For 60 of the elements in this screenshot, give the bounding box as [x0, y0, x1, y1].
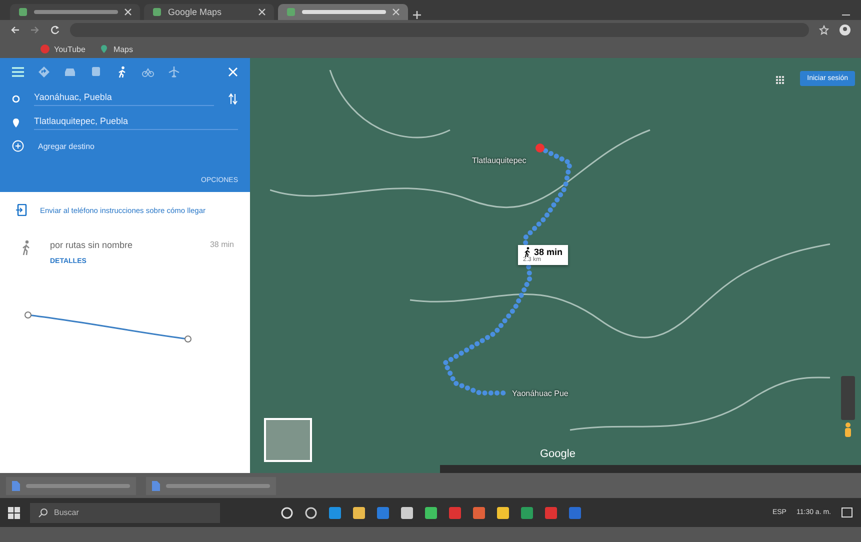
walking-person-icon [20, 240, 32, 256]
close-icon[interactable] [392, 8, 400, 16]
search-icon [38, 508, 48, 518]
swap-icon[interactable] [228, 93, 238, 105]
google-logo: Google [540, 448, 576, 460]
file-icon [152, 480, 160, 490]
page-icon [286, 7, 296, 17]
origin-circle-icon [12, 95, 20, 103]
forward-icon[interactable] [30, 25, 40, 35]
back-icon[interactable] [10, 25, 20, 35]
profile-icon[interactable] [839, 24, 851, 36]
plane-icon[interactable] [168, 66, 180, 78]
maps-icon [99, 44, 110, 54]
browser-tab[interactable] [10, 4, 140, 20]
place-label: Tlatlauquitepec [472, 156, 526, 165]
file-icon [12, 480, 20, 490]
tab-title: Google Maps [168, 7, 223, 17]
close-icon[interactable] [124, 8, 132, 16]
add-circle-icon[interactable] [12, 140, 24, 152]
apps-grid-icon[interactable] [775, 75, 785, 85]
callout-time: 38 min [534, 247, 563, 257]
download-item[interactable] [6, 476, 136, 494]
taskbar-app-icon[interactable] [352, 506, 366, 520]
reload-icon[interactable] [50, 25, 60, 35]
taskbar-app-icon[interactable] [304, 506, 318, 520]
walking-person-icon [523, 247, 531, 257]
close-icon[interactable] [258, 8, 266, 16]
bicycle-icon[interactable] [142, 66, 154, 78]
map-layer-thumbnail[interactable] [264, 418, 312, 462]
car-icon[interactable] [64, 66, 76, 78]
phone-send-icon[interactable] [16, 204, 28, 216]
page-icon [18, 7, 28, 17]
bookmark-link[interactable]: Maps [99, 44, 133, 54]
new-tab-icon[interactable] [412, 10, 422, 20]
destination-field[interactable]: Tlatlauquitepec, Puebla [34, 116, 238, 130]
pegman-icon[interactable] [843, 422, 853, 438]
youtube-icon [40, 44, 50, 54]
destination-pin-icon [535, 143, 545, 153]
pin-icon [12, 118, 20, 128]
origin-field[interactable]: Yaonáhuac, Puebla [34, 92, 214, 106]
taskbar-app-icon[interactable] [400, 506, 414, 520]
notification-icon[interactable] [841, 506, 853, 518]
place-label: Yaonáhuac Pue [512, 389, 568, 398]
download-item[interactable] [146, 476, 276, 494]
menu-icon[interactable] [12, 67, 24, 77]
browser-tab[interactable] [278, 4, 408, 20]
add-destination-link[interactable]: Agregar destino [38, 142, 94, 150]
page-icon [152, 7, 162, 17]
taskbar-search-field[interactable]: Buscar [30, 502, 220, 522]
taskbar-app-icon[interactable] [424, 506, 438, 520]
browser-tab[interactable]: Google Maps [144, 4, 274, 20]
bookmark-link[interactable]: YouTube [40, 44, 86, 54]
start-icon[interactable] [8, 506, 20, 518]
route-description: por rutas sin nombre [50, 240, 133, 250]
best-icon[interactable] [38, 66, 50, 78]
taskbar-app-icon[interactable] [496, 506, 510, 520]
route-duration: 38 min [210, 240, 234, 250]
walk-icon[interactable] [116, 66, 128, 78]
taskbar-app-icon[interactable] [280, 506, 294, 520]
star-icon[interactable] [819, 25, 829, 35]
